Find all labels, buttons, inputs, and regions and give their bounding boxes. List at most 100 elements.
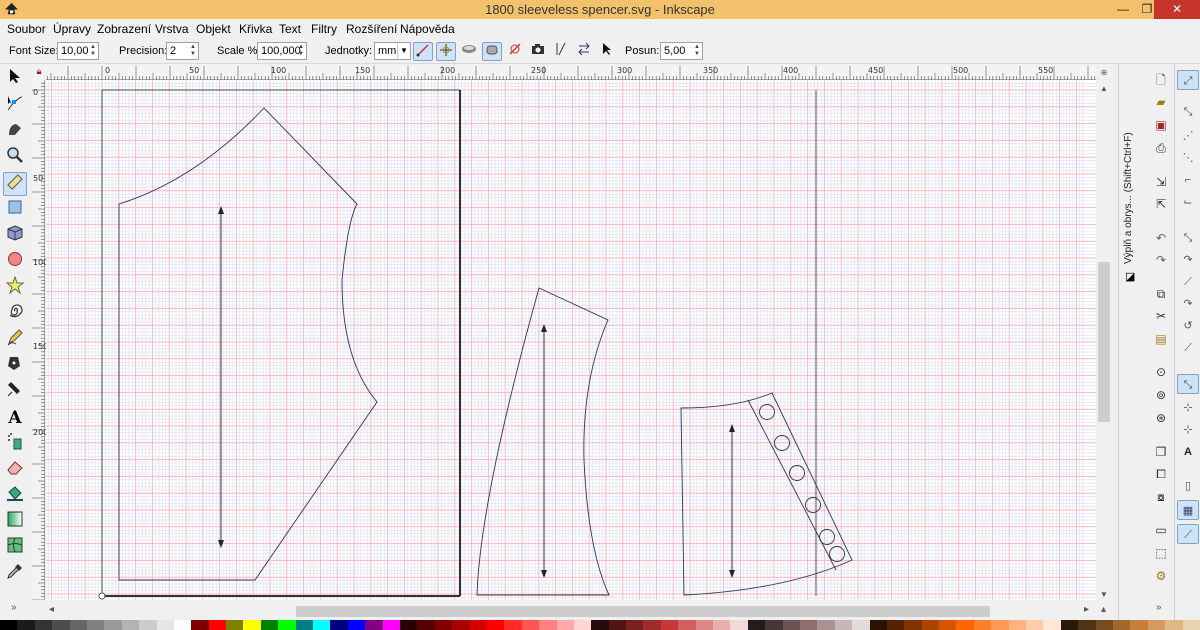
cut-icon[interactable]: ✂	[1150, 306, 1172, 326]
palette-swatch[interactable]	[330, 620, 348, 630]
tweak-tool[interactable]	[3, 120, 27, 144]
palette-swatch[interactable]	[626, 620, 644, 630]
palette-swatch[interactable]	[747, 620, 766, 630]
snap-center-icon[interactable]: ⊹	[1177, 398, 1199, 418]
show-segments-button[interactable]	[436, 42, 456, 61]
menu-text[interactable]: Text	[279, 22, 301, 36]
palette-swatch[interactable]	[469, 620, 487, 630]
ruler-corner-lock-icon[interactable]: 🔒︎	[32, 66, 46, 80]
dock-panel-tab[interactable]: ◪ Výplň a obrys... (Shift+Ctrl+F)	[1118, 64, 1144, 620]
clone-icon[interactable]: ⧠	[1150, 464, 1172, 484]
palette-swatch[interactable]	[678, 620, 696, 630]
palette-swatch[interactable]	[347, 620, 366, 630]
palette-swatch[interactable]	[382, 620, 400, 630]
all-layers-button[interactable]	[482, 42, 502, 61]
copy-icon[interactable]: ⧉	[1150, 284, 1172, 304]
menu-file[interactable]: Soubor	[7, 22, 46, 36]
palette-swatch[interactable]	[782, 620, 800, 630]
snap-guide-icon[interactable]: ⟋	[1177, 524, 1199, 544]
menu-layer[interactable]: Vrstva	[155, 22, 189, 36]
palette-swatch[interactable]	[260, 620, 279, 630]
palette-swatch[interactable]	[799, 620, 818, 630]
ungroup-icon[interactable]: ⬚	[1150, 543, 1172, 563]
snap-page-border-icon[interactable]: ▯	[1177, 476, 1199, 496]
menu-object[interactable]: Objekt	[196, 22, 231, 36]
font-size-input[interactable]: 10,00 ▲ ▼	[57, 42, 99, 60]
palette-swatch[interactable]	[104, 620, 122, 630]
palette-swatch[interactable]	[643, 620, 661, 630]
palette-swatch[interactable]	[417, 620, 435, 630]
3d-box-tool[interactable]	[3, 224, 27, 248]
palette-swatch[interactable]	[730, 620, 748, 630]
snap-midpoint-icon[interactable]: ⟋	[1177, 338, 1199, 358]
vertical-scroll-thumb[interactable]	[1098, 262, 1110, 422]
palette-swatch[interactable]	[956, 620, 974, 630]
palette-swatch[interactable]	[608, 620, 627, 630]
drawing-canvas[interactable]	[46, 80, 1096, 600]
menu-view[interactable]: Zobrazení	[97, 22, 151, 36]
export-icon[interactable]: ⇱	[1150, 194, 1172, 214]
palette-swatch[interactable]	[1130, 620, 1148, 630]
palette-swatch[interactable]	[904, 620, 922, 630]
star-tool[interactable]	[3, 275, 27, 300]
phantom-measure-button[interactable]	[528, 42, 548, 61]
page-origin-handle[interactable]	[98, 592, 106, 600]
zoom-drawing-icon[interactable]: ⊚	[1150, 385, 1172, 405]
spin-arrows-icon[interactable]: ▲ ▼	[693, 44, 701, 58]
palette-swatch[interactable]	[452, 620, 470, 630]
text-tool[interactable]: A	[3, 406, 27, 430]
palette-swatch[interactable]	[765, 620, 783, 630]
paint-bucket-tool[interactable]	[3, 484, 27, 508]
reverse-button[interactable]	[505, 42, 525, 61]
snap-rotation-icon[interactable]: ⊹	[1177, 420, 1199, 440]
palette-swatch[interactable]	[156, 620, 174, 630]
undo-icon[interactable]: ↶	[1150, 228, 1172, 248]
palette-swatch[interactable]	[226, 620, 244, 630]
palette-swatch[interactable]	[86, 620, 105, 630]
palette-swatch[interactable]	[1060, 620, 1079, 630]
palette-swatch[interactable]	[573, 620, 592, 630]
to-item-button[interactable]	[574, 42, 594, 61]
palette-swatch[interactable]	[1043, 620, 1061, 630]
button-marker[interactable]	[829, 546, 845, 562]
snap-bbox-corner-icon[interactable]: ⋱	[1177, 148, 1199, 168]
palette-swatch[interactable]	[1165, 620, 1183, 630]
canvas-drawing[interactable]	[46, 80, 1096, 600]
palette-swatch[interactable]	[0, 620, 18, 630]
zoom-corner-icon[interactable]: ⊕	[1098, 68, 1110, 77]
palette-swatch[interactable]	[17, 620, 35, 630]
palette-swatch[interactable]	[939, 620, 957, 630]
offset-input[interactable]: 5,00 ▲ ▼	[660, 42, 703, 60]
snap-enable-icon[interactable]: ⤢	[1177, 70, 1199, 90]
palette-swatch[interactable]	[1026, 620, 1044, 630]
palette-swatch[interactable]	[1008, 620, 1027, 630]
toolbox-overflow-icon[interactable]: »	[11, 602, 17, 613]
palette-swatch[interactable]	[1078, 620, 1096, 630]
selector-tool[interactable]	[3, 68, 27, 92]
palette-swatch[interactable]	[34, 620, 53, 630]
gradient-tool[interactable]	[3, 510, 27, 534]
menu-filters[interactable]: Filtry	[311, 22, 337, 36]
ignore-first-last-button[interactable]	[413, 42, 433, 61]
snap-paths-icon[interactable]: ↷	[1177, 250, 1199, 270]
measure-tool[interactable]	[3, 172, 27, 196]
scroll-left-icon[interactable]: ◂	[49, 604, 54, 615]
palette-swatch[interactable]	[991, 620, 1009, 630]
redo-icon[interactable]: ↷	[1150, 250, 1172, 270]
snap-intersection-icon[interactable]: ⟋	[1177, 272, 1199, 292]
snap-smooth-icon[interactable]: ↺	[1177, 316, 1199, 336]
units-select[interactable]: mm ▼	[374, 42, 411, 60]
rectangle-tool[interactable]	[3, 198, 27, 222]
new-document-icon[interactable]: 🗋︎	[1150, 70, 1172, 90]
snap-others-icon[interactable]: ⤡	[1177, 374, 1199, 394]
zoom-selection-icon[interactable]: ⊙	[1150, 362, 1172, 382]
zoom-tool[interactable]	[3, 146, 27, 170]
palette-swatch[interactable]	[399, 620, 418, 630]
menu-extensions[interactable]: Rozšíření	[346, 22, 397, 36]
print-icon[interactable]: ⎙	[1150, 138, 1172, 158]
import-icon[interactable]: ⇲	[1150, 172, 1172, 192]
open-folder-icon[interactable]: ▰	[1150, 92, 1172, 112]
palette-swatch[interactable]	[365, 620, 383, 630]
palette-swatch[interactable]	[713, 620, 731, 630]
snap-cusp-icon[interactable]: ↷	[1177, 294, 1199, 314]
